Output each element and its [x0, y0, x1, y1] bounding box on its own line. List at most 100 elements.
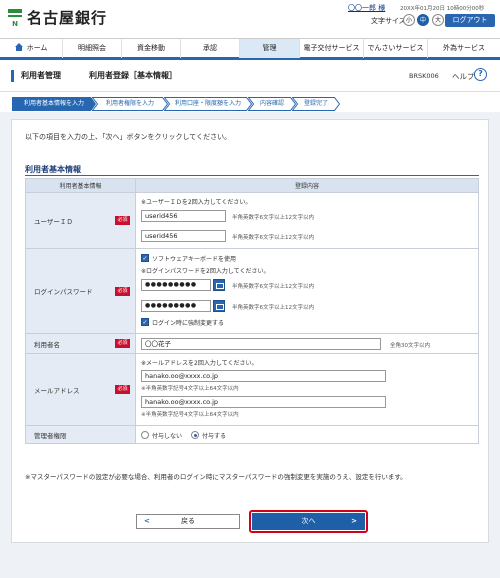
nav-item-home[interactable]: ホーム — [0, 39, 63, 58]
admin-cell: 付与しない 付与する — [135, 425, 479, 444]
admin-off-label: 付与しない — [152, 433, 183, 440]
section-heading: 利用者基本情報 — [25, 165, 81, 174]
nav-item-label: 資金移動 — [137, 44, 165, 52]
font-size-label: 文字サイズ — [371, 17, 406, 25]
user-name-area: 〇〇一郎 様 — [348, 3, 385, 13]
user-id-label-cell: ユーザーＩＤ 必須 — [25, 192, 136, 249]
admin-off-radio[interactable] — [141, 431, 149, 439]
user-id-hint: 半角英数字6文字以上12文字以内 — [232, 215, 314, 221]
nav-item-label: 電子交付サービス — [303, 44, 360, 52]
password-confirm-input[interactable]: ●●●●●●●●● — [141, 300, 211, 312]
user-name-label-cell: 利用者名 必須 — [25, 333, 136, 354]
section-divider — [25, 175, 479, 176]
admin-on-label: 付与する — [202, 433, 227, 440]
font-size-medium-button[interactable]: 中 — [417, 14, 429, 26]
email-input[interactable]: hanako.oo@xxxx.co.jp — [141, 370, 386, 382]
back-button-label: 戻る — [181, 517, 195, 525]
font-size-large-button[interactable]: 大 — [432, 14, 444, 26]
nav-item-label: 管理 — [262, 44, 277, 52]
screen-code: BRSK006 — [409, 72, 439, 80]
col-header-content: 登録内容 — [135, 178, 479, 193]
force-change-label: ログイン時に強制変更する — [152, 320, 225, 327]
user-basic-info-table: 利用者基本情報 登録内容 ユーザーＩＤ 必須 ※ユーザーＩＤを2回入力してくださ… — [25, 178, 479, 444]
font-size-small-button[interactable]: 小 — [403, 14, 415, 26]
user-id-confirm-hint: 半角英数字6文字以上12文字以内 — [232, 235, 314, 241]
required-badge: 必須 — [115, 287, 130, 296]
help-icon[interactable]: ? — [474, 68, 487, 81]
user-id-note: ※ユーザーＩＤを2回入力してください。 — [141, 199, 252, 206]
step-complete: 登録完了 — [292, 97, 340, 111]
keyboard-icon[interactable] — [213, 300, 225, 312]
admin-label-cell: 管理者権限 — [25, 425, 136, 444]
title-marker — [11, 70, 14, 82]
page-title: 利用者登録［基本情報］ — [89, 71, 177, 80]
email-confirm-input[interactable]: hanako.oo@xxxx.co.jp — [141, 396, 386, 408]
user-name[interactable]: 〇〇一郎 様 — [348, 4, 385, 12]
nav-item-management[interactable]: 管理 — [240, 39, 300, 58]
required-badge: 必須 — [115, 216, 130, 225]
software-keyboard-label: ソフトウェアキーボードを使用 — [152, 256, 237, 263]
last-login-time: 20XX年01月20日 10時00分00秒 — [400, 6, 485, 12]
email-cell: ※メールアドレスを2回入力してください。 hanako.oo@xxxx.co.j… — [135, 353, 479, 426]
global-nav: ホーム 明細照会 資金移動 承認 管理 電子交付サービス でんさいサービス 外為… — [0, 38, 500, 60]
col-header-item: 利用者基本情報 — [25, 178, 136, 193]
back-button[interactable]: < 戻る — [136, 514, 240, 529]
nav-item-label: 承認 — [203, 44, 217, 52]
password-confirm-hint: 半角英数字6文字以上12文字以内 — [232, 305, 314, 311]
password-cell: ✓ ソフトウェアキーボードを使用 ※ログインパスワードを2回入力してください。 … — [135, 248, 479, 334]
email-label-cell: メールアドレス 必須 — [25, 353, 136, 426]
software-keyboard-checkbox[interactable]: ✓ — [141, 254, 149, 262]
next-button-label: 次へ — [301, 517, 316, 525]
header: N 名古屋銀行 〇〇一郎 様 20XX年01月20日 10時00分00秒 文字サ… — [0, 0, 500, 38]
intro-text: 以下の項目を入力の上、「次へ」ボタンをクリックしてください。 — [25, 133, 232, 141]
user-name-label: 利用者名 — [34, 340, 60, 349]
password-label-cell: ログインパスワード 必須 — [25, 248, 136, 334]
chevron-left-icon: < — [144, 517, 150, 525]
nav-item-densai[interactable]: でんさいサービス — [364, 39, 428, 58]
section-title: 利用者管理 — [21, 71, 61, 80]
step-label: 利用者権限を入力 — [105, 100, 154, 107]
password-input[interactable]: ●●●●●●●●● — [141, 279, 211, 291]
user-name-input[interactable]: 〇〇花子 — [141, 338, 381, 350]
nav-item-label: でんさいサービス — [367, 44, 424, 52]
required-badge: 必須 — [115, 385, 130, 394]
nav-item-label: ホーム — [26, 44, 48, 52]
help-link[interactable]: ヘルプ — [452, 71, 475, 82]
step-label: 利用口座・限度額を入力 — [174, 100, 241, 107]
step-label: 利用者基本情報を入力 — [23, 100, 84, 107]
email-label: メールアドレス — [34, 386, 80, 395]
master-password-note: ※マスターパスワードの設定が必要な場合、利用者のログイン時にマスターパスワードの… — [25, 473, 407, 481]
keyboard-icon[interactable] — [213, 279, 225, 291]
bank-logo-icon: N — [8, 9, 22, 27]
required-badge: 必須 — [115, 339, 130, 348]
user-name-cell: 〇〇花子 全角30文字以内 — [135, 333, 479, 354]
nav-item-statements[interactable]: 明細照会 — [63, 39, 122, 58]
user-id-label: ユーザーＩＤ — [34, 217, 73, 226]
step-basic-info: 利用者基本情報を入力 — [12, 97, 96, 111]
force-change-checkbox[interactable]: ✓ — [141, 318, 149, 326]
nav-item-label: 外為サービス — [443, 44, 485, 52]
step-confirm: 内容確認 — [248, 97, 296, 111]
nav-item-electronic-delivery[interactable]: 電子交付サービス — [300, 39, 364, 58]
password-hint: 半角英数字6文字以上12文字以内 — [232, 284, 314, 290]
user-id-cell: ※ユーザーＩＤを2回入力してください。 userid456 半角英数字6文字以上… — [135, 192, 479, 249]
nav-item-transfer[interactable]: 資金移動 — [122, 39, 181, 58]
nav-item-label: 明細照会 — [78, 44, 106, 52]
user-id-confirm-input[interactable]: userid456 — [141, 230, 226, 242]
user-name-hint: 全角30文字以内 — [390, 343, 430, 349]
password-label: ログインパスワード — [34, 288, 93, 296]
nav-item-approval[interactable]: 承認 — [181, 39, 240, 58]
user-id-input[interactable]: userid456 — [141, 210, 226, 222]
step-permissions: 利用者権限を入力 — [92, 97, 168, 111]
admin-label: 管理者権限 — [34, 431, 67, 440]
email-confirm-hint: ※半角英数字記号4文字以上64文字以内 — [141, 412, 239, 418]
step-label: 内容確認 — [259, 100, 284, 107]
nav-item-forex[interactable]: 外為サービス — [428, 39, 500, 58]
step-label: 登録完了 — [303, 100, 328, 107]
email-note: ※メールアドレスを2回入力してください。 — [141, 360, 258, 367]
admin-on-radio[interactable] — [191, 431, 199, 439]
next-button[interactable]: 次へ > — [252, 513, 365, 530]
email-hint: ※半角英数字記号4文字以上64文字以内 — [141, 386, 239, 392]
logout-button[interactable]: ログアウト — [445, 14, 495, 27]
password-note: ※ログインパスワードを2回入力してください。 — [141, 268, 270, 275]
